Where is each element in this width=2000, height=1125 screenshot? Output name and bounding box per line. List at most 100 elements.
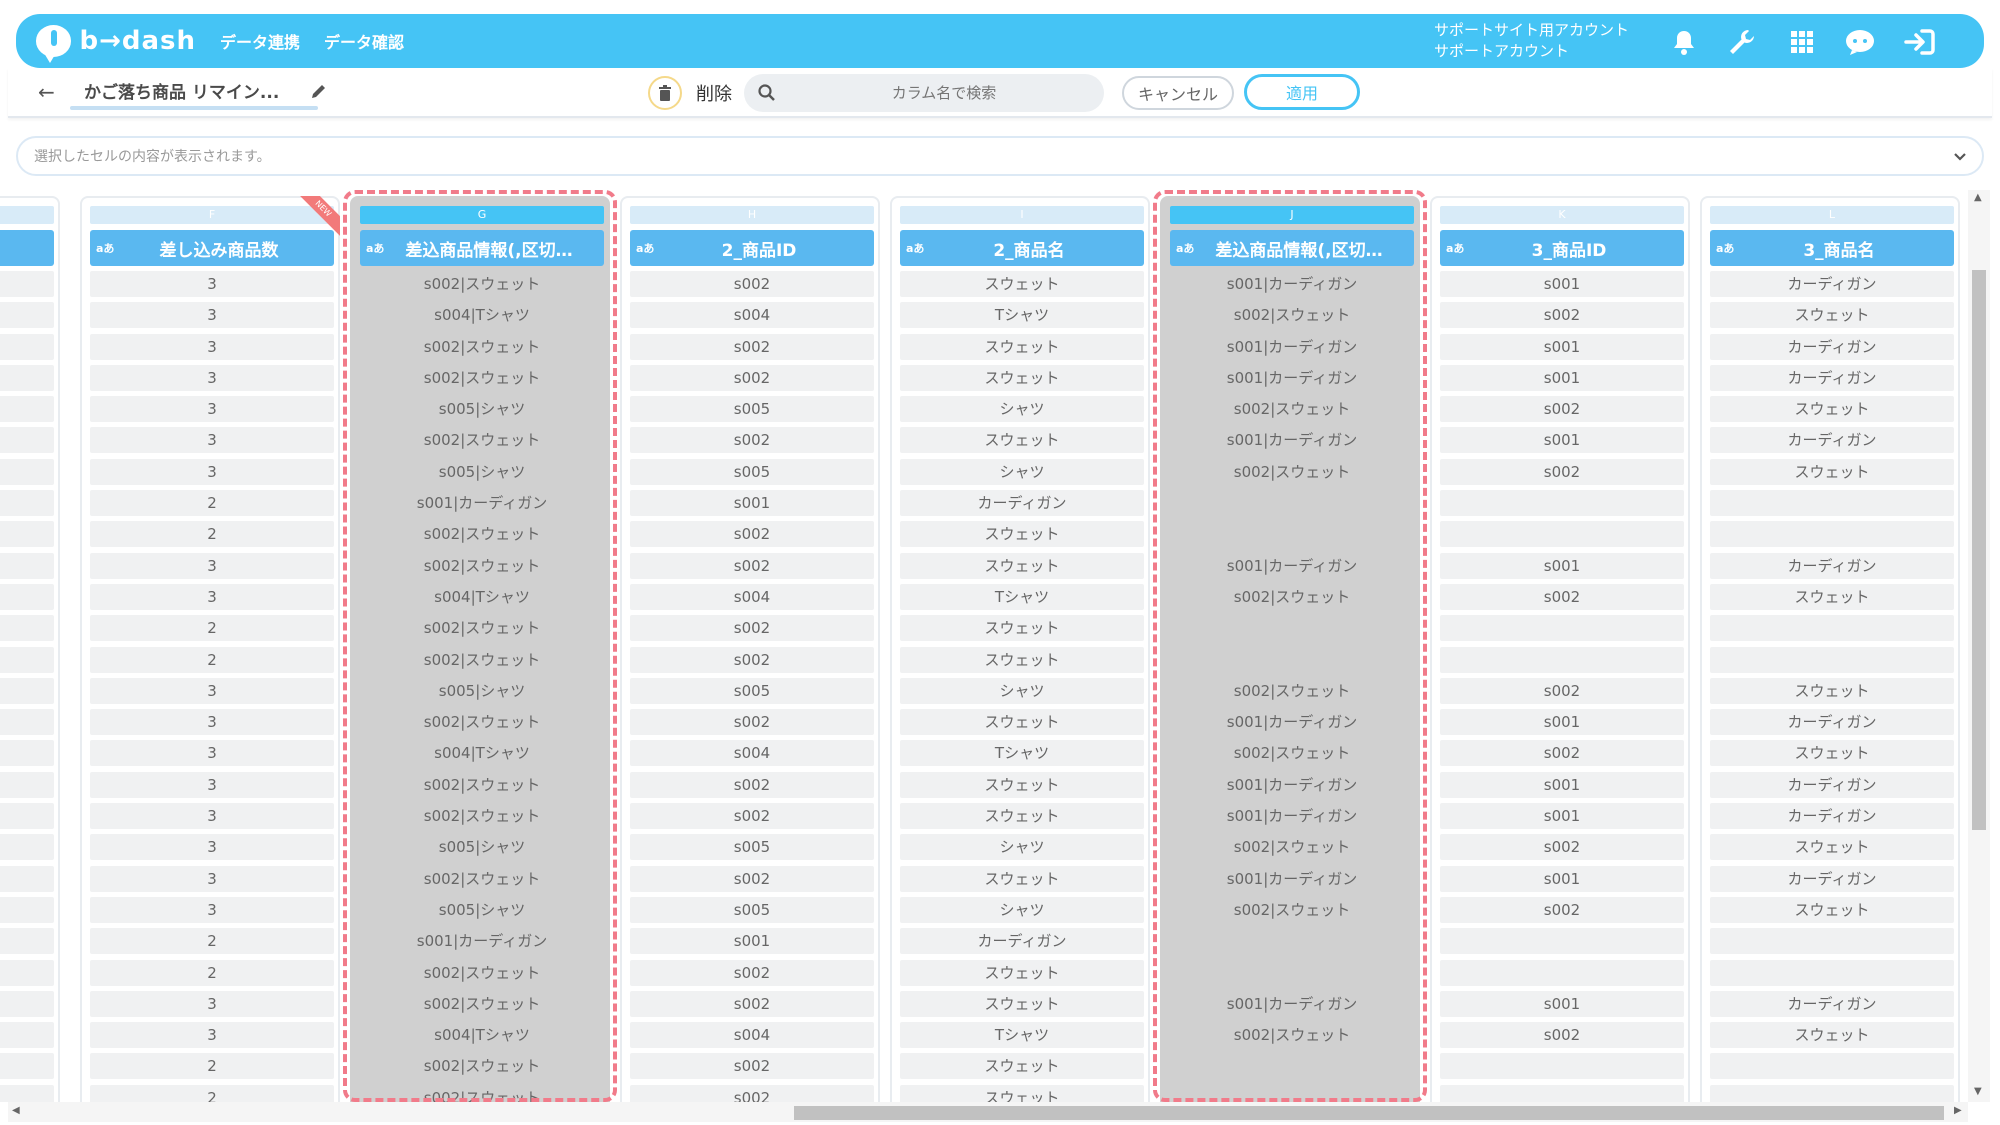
column-letter[interactable]: I xyxy=(900,206,1144,224)
table-cell[interactable]: スウェット xyxy=(900,333,1144,360)
table-cell[interactable]: カーディガン xyxy=(1710,552,1954,579)
table-cell[interactable] xyxy=(0,271,54,297)
table-cell[interactable]: s005|シャツ xyxy=(360,834,604,861)
table-cell[interactable]: 2 xyxy=(90,490,334,517)
column-header[interactable]: aあ 差込商品情報(,区切… xyxy=(360,230,604,266)
table-cell[interactable]: s002 xyxy=(630,865,874,892)
table-cell[interactable]: s002|スウェット xyxy=(1170,677,1414,704)
table-cell[interactable]: s001|カーディガン xyxy=(1170,271,1414,297)
table-cell[interactable]: s005 xyxy=(630,677,874,704)
table-cell[interactable] xyxy=(1710,521,1954,548)
scroll-down-icon[interactable]: ▼ xyxy=(1974,1086,1982,1097)
table-cell[interactable]: s001 xyxy=(630,928,874,955)
table-cell[interactable] xyxy=(0,364,54,391)
nav-data-link[interactable]: データ連携 xyxy=(220,29,300,53)
table-cell[interactable] xyxy=(0,709,54,736)
table-cell[interactable] xyxy=(1440,646,1684,673)
table-cell[interactable]: 2 xyxy=(90,521,334,548)
table-cell[interactable]: s002|スウェット xyxy=(1170,896,1414,923)
table-cell[interactable]: s002|スウェット xyxy=(1170,583,1414,610)
table-cell[interactable]: s004|Tシャツ xyxy=(360,583,604,610)
table-cell[interactable]: s002 xyxy=(630,990,874,1017)
table-cell[interactable] xyxy=(0,928,54,955)
table-cell[interactable]: スウェット xyxy=(900,1084,1144,1102)
table-cell[interactable]: s005 xyxy=(630,458,874,485)
column-k[interactable]: Kaあ 3_商品ID s001 s002 s001 s001 s002 s001 s002 s00… xyxy=(1430,196,1690,1102)
table-cell[interactable]: s004 xyxy=(630,1022,874,1049)
table-cell[interactable]: s002 xyxy=(1440,302,1684,329)
apps-grid-icon[interactable] xyxy=(1786,26,1818,58)
column-header[interactable]: aあ 2_商品ID xyxy=(630,230,874,266)
column-f[interactable]: Faあ 差し込み商品数 NEW 3 3 3 3 3 3 3 2 2 3 3 2 2 3 3 3 3 3 3 3 3 2 2 3 3 2 2 xyxy=(80,196,340,1102)
table-cell[interactable] xyxy=(0,521,54,548)
vertical-scrollbar[interactable]: ▲ ▼ xyxy=(1968,190,1990,1102)
table-cell[interactable]: 3 xyxy=(90,271,334,297)
table-cell[interactable]: Tシャツ xyxy=(900,740,1144,767)
table-cell[interactable]: s001|カーディガン xyxy=(1170,990,1414,1017)
table-cell[interactable]: s004|Tシャツ xyxy=(360,740,604,767)
delete-button[interactable]: 削除 xyxy=(648,76,732,110)
table-cell[interactable] xyxy=(1710,959,1954,986)
column-letter[interactable]: F xyxy=(90,206,334,224)
table-cell[interactable]: s001|カーディガン xyxy=(360,490,604,517)
table-cell[interactable]: スウェット xyxy=(1710,458,1954,485)
table-cell[interactable]: s002|スウェット xyxy=(1170,740,1414,767)
table-cell[interactable]: s002 xyxy=(630,1084,874,1102)
table-cell[interactable]: s005|シャツ xyxy=(360,677,604,704)
table-cell[interactable]: s005|シャツ xyxy=(360,396,604,423)
table-cell[interactable]: s001 xyxy=(1440,364,1684,391)
column-letter[interactable]: K xyxy=(1440,206,1684,224)
table-cell[interactable]: s002|スウェット xyxy=(1170,1022,1414,1049)
logout-icon[interactable] xyxy=(1904,26,1936,58)
table-cell[interactable]: s004|Tシャツ xyxy=(360,302,604,329)
table-cell[interactable]: s002 xyxy=(630,771,874,798)
table-cell[interactable]: s005|シャツ xyxy=(360,458,604,485)
table-cell[interactable]: s001|カーディガン xyxy=(1170,333,1414,360)
table-cell[interactable]: s002 xyxy=(1440,677,1684,704)
table-cell[interactable]: カーディガン xyxy=(1710,427,1954,454)
page-title[interactable]: かご落ち商品 リマイン... xyxy=(84,78,320,103)
table-cell[interactable] xyxy=(1170,1084,1414,1102)
table-cell[interactable] xyxy=(1170,521,1414,548)
table-cell[interactable] xyxy=(0,865,54,892)
table-cell[interactable]: s002 xyxy=(1440,740,1684,767)
table-cell[interactable]: s001|カーディガン xyxy=(1170,427,1414,454)
bdash-logo[interactable]: b→dash xyxy=(36,25,196,63)
table-cell[interactable]: カーディガン xyxy=(900,928,1144,955)
table-cell[interactable]: s005 xyxy=(630,834,874,861)
table-cell[interactable]: s002|スウェット xyxy=(1170,302,1414,329)
column-g[interactable]: Gaあ 差込商品情報(,区切… s002|スウェット s004|Tシャツ s002|スウ… xyxy=(350,196,610,1102)
table-cell[interactable] xyxy=(0,803,54,830)
table-cell[interactable] xyxy=(0,458,54,485)
table-cell[interactable]: 3 xyxy=(90,583,334,610)
table-cell[interactable]: s002|スウェット xyxy=(360,646,604,673)
table-cell[interactable] xyxy=(0,583,54,610)
table-cell[interactable]: s001 xyxy=(1440,865,1684,892)
table-cell[interactable]: s004 xyxy=(630,740,874,767)
table-cell[interactable]: s002|スウェット xyxy=(1170,834,1414,861)
table-cell[interactable]: s002|スウェット xyxy=(360,709,604,736)
chevron-down-icon[interactable] xyxy=(1952,148,1968,168)
table-cell[interactable]: s002 xyxy=(630,803,874,830)
table-cell[interactable]: s002 xyxy=(1440,396,1684,423)
column-header[interactable]: aあ 3_商品ID xyxy=(1440,230,1684,266)
table-cell[interactable]: Tシャツ xyxy=(900,1022,1144,1049)
table-cell[interactable]: s002|スウェット xyxy=(360,959,604,986)
table-cell[interactable] xyxy=(0,771,54,798)
table-cell[interactable]: s002 xyxy=(1440,458,1684,485)
back-arrow-icon[interactable]: ← xyxy=(38,80,55,104)
table-cell[interactable] xyxy=(0,834,54,861)
table-cell[interactable]: s001|カーディガン xyxy=(360,928,604,955)
column-h[interactable]: Haあ 2_商品ID s002 s004 s002 s002 s005 s002 s005 s00… xyxy=(620,196,880,1102)
cell-content-bar[interactable]: 選択したセルの内容が表示されます。 xyxy=(16,136,1984,176)
table-cell[interactable]: s001 xyxy=(1440,709,1684,736)
table-cell[interactable]: スウェット xyxy=(1710,677,1954,704)
table-cell[interactable]: カーディガン xyxy=(1710,771,1954,798)
table-cell[interactable]: 3 xyxy=(90,458,334,485)
table-cell[interactable]: スウェット xyxy=(1710,302,1954,329)
table-cell[interactable]: カーディガン xyxy=(1710,709,1954,736)
table-cell[interactable]: 3 xyxy=(90,834,334,861)
table-cell[interactable] xyxy=(1710,490,1954,517)
table-cell[interactable]: シャツ xyxy=(900,458,1144,485)
table-cell[interactable]: s002|スウェット xyxy=(360,333,604,360)
